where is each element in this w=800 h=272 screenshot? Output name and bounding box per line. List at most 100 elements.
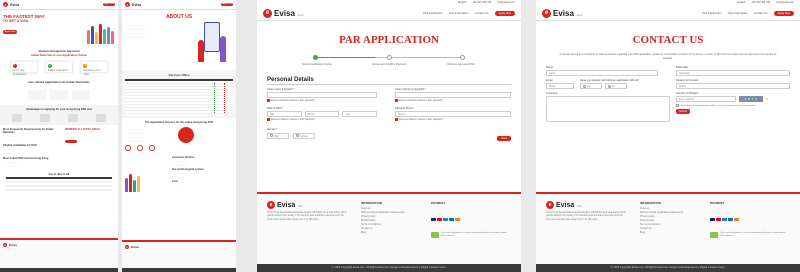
par-nav-links: Visa Application Visa Information Contac… bbox=[423, 10, 515, 16]
email-label: Email bbox=[546, 79, 553, 82]
captcha-image: 4 8 7 1 bbox=[739, 96, 763, 102]
footer-logo[interactable]: e Evisa .com bbox=[267, 201, 349, 209]
dob-label: Date of Birth * bbox=[267, 106, 284, 110]
topbar-email[interactable]: info@evisa.com bbox=[497, 1, 515, 5]
process-title: The Application Process for the online H… bbox=[144, 121, 213, 124]
same-passport-checkbox-4[interactable] bbox=[395, 117, 398, 121]
step-2-label: Review and Confirm Payment bbox=[371, 63, 407, 66]
nav-apply-button[interactable]: Apply Now bbox=[773, 10, 794, 16]
par-copyright: © 2019 Copyright Evisa.com. All Rights R… bbox=[257, 264, 521, 272]
par-navbar: e Evisa .com Visa Application Visa Infor… bbox=[257, 6, 521, 20]
nav-visa-information[interactable]: Visa Information bbox=[728, 11, 748, 15]
hero-apply-button[interactable]: Apply Now bbox=[3, 30, 17, 34]
home-advantages: Advantages in applying for your Hong Kon… bbox=[0, 105, 118, 125]
refresh-captcha-icon[interactable]: ↻ bbox=[766, 97, 769, 101]
dob-year-select[interactable]: Year bbox=[342, 110, 378, 117]
topbar-email[interactable]: info@evisa.com bbox=[776, 1, 794, 5]
discover-icon bbox=[734, 218, 739, 221]
about-illustration bbox=[196, 20, 230, 66]
process-badge bbox=[178, 127, 194, 143]
contact-copyright: © 2019 Copyright Evisa.com. All Rights R… bbox=[536, 264, 800, 272]
home-apply-button[interactable]: Apply Now bbox=[103, 3, 115, 6]
about-services: Customer Service . . . . . . . . . .. . … bbox=[122, 154, 236, 194]
applied-yes-radio[interactable] bbox=[583, 84, 586, 88]
consent-checkbox[interactable] bbox=[676, 104, 679, 107]
par-logo[interactable]: e Evisa .com bbox=[263, 8, 304, 18]
email-input[interactable]: Email bbox=[546, 83, 574, 89]
contact-nav-links: Visa Application Visa Information Contac… bbox=[702, 10, 794, 16]
footer-info-title: INFORMATION bbox=[361, 201, 382, 205]
footer-payment-title: PAYMENT bbox=[431, 201, 446, 205]
submit-button[interactable]: Submit bbox=[676, 109, 690, 115]
same-passport-checkbox[interactable] bbox=[267, 98, 270, 102]
same-passport-checkbox-2[interactable] bbox=[395, 98, 398, 102]
about-apply-button[interactable]: Apply Now bbox=[221, 3, 233, 6]
footer-logo[interactable]: e Evisa .com bbox=[546, 201, 628, 209]
home-header: e Evisa Apply Now bbox=[0, 0, 118, 9]
reason-label: Reason for Contact bbox=[676, 79, 699, 82]
footer-about: Hong Kong Special Administrative Region … bbox=[546, 211, 626, 221]
discover-icon bbox=[455, 218, 460, 221]
evisa-logo-icon: e bbox=[3, 2, 8, 7]
home-requirements: Most Frequently Requirements for Indian … bbox=[0, 125, 118, 171]
footer-info-title: INFORMATION bbox=[640, 201, 661, 205]
given-name-label: Given name & English * bbox=[267, 87, 295, 91]
contact-intro: If you are having any complaints or have… bbox=[559, 53, 777, 60]
given-name-input[interactable] bbox=[267, 91, 377, 98]
footer-payment-title: PAYMENT bbox=[710, 201, 725, 205]
gender-label: Gender * bbox=[267, 127, 278, 131]
home-page-preview: e Evisa Apply Now THE FASTEST WAY TO GET… bbox=[0, 0, 118, 272]
nav-contact-us[interactable]: Contact Us bbox=[754, 11, 768, 15]
step-3-label: Receive Approved PAR bbox=[447, 63, 475, 66]
contact-footer: e Evisa .com Hong Kong Special Administr… bbox=[536, 192, 800, 272]
nav-visa-information[interactable]: Visa Information bbox=[449, 11, 469, 15]
nav-apply-button[interactable]: Apply Now bbox=[494, 10, 515, 16]
visa-card-icon bbox=[431, 218, 436, 221]
gender-female-radio[interactable] bbox=[296, 134, 299, 138]
ssl-secure-icon bbox=[431, 232, 439, 238]
home-steps: 1 Fill in the application 2 Make payment… bbox=[0, 58, 118, 76]
about-logo[interactable]: e Evisa bbox=[125, 2, 141, 7]
footer-link-blog[interactable]: Blog bbox=[361, 231, 419, 235]
brand-suffix: .com bbox=[296, 12, 304, 17]
footer-link-blog[interactable]: Blog bbox=[640, 231, 698, 235]
contact-form: Name Name Nationality Nationality Email … bbox=[546, 66, 790, 144]
contact-logo[interactable]: e Evisa .com bbox=[542, 8, 582, 18]
applied-no-radio[interactable] bbox=[608, 84, 611, 88]
next-button[interactable]: Next bbox=[497, 135, 511, 141]
same-passport-checkbox-3[interactable] bbox=[267, 117, 270, 121]
secure-note: Your card information is secure and prot… bbox=[720, 232, 786, 237]
topbar-phone: +84 123 456 789 bbox=[751, 1, 771, 4]
about-copyright bbox=[122, 268, 236, 272]
captcha-input[interactable]: Enter captcha bbox=[676, 96, 736, 102]
secure-note: Your card information is secure and prot… bbox=[441, 232, 507, 237]
evisa-logo-icon: e bbox=[542, 8, 551, 18]
nav-contact-us[interactable]: Contact Us bbox=[475, 11, 489, 15]
reason-select[interactable]: Select bbox=[676, 83, 790, 89]
fees-title: Our Fees Office bbox=[168, 73, 190, 77]
paypal-icon bbox=[449, 218, 454, 221]
home-footer: e Evisa . . . . . . . . . . . bbox=[0, 238, 118, 272]
passport-label: Passport Photo * bbox=[395, 106, 415, 110]
home-apply-row bbox=[0, 88, 118, 102]
footer-about: Hong Kong Special Administrative Region … bbox=[267, 211, 347, 221]
par-title: PAR APPLICATION bbox=[338, 34, 440, 46]
dob-month-select[interactable]: Month bbox=[304, 110, 340, 117]
gender-male-radio[interactable] bbox=[270, 134, 273, 138]
language-selector[interactable]: English bbox=[737, 1, 745, 5]
language-selector[interactable]: English bbox=[458, 1, 466, 5]
nav-visa-application[interactable]: Visa Application bbox=[423, 11, 443, 15]
home-step-3: 3 Receive your visa bbox=[80, 61, 109, 76]
surname-input[interactable] bbox=[395, 91, 511, 98]
nav-visa-application[interactable]: Visa Application bbox=[702, 11, 722, 15]
step-1-dot bbox=[313, 55, 318, 60]
hero-illustration bbox=[87, 18, 114, 44]
visa-card-icon bbox=[710, 218, 715, 221]
dob-day-select[interactable]: Day bbox=[267, 110, 302, 117]
passport-select[interactable]: Select bbox=[395, 110, 511, 117]
comment-textarea[interactable] bbox=[546, 96, 670, 122]
name-input[interactable]: Name bbox=[546, 70, 658, 76]
nationality-select[interactable]: Nationality bbox=[676, 70, 790, 76]
section2-title: Get started application for Indian Natio… bbox=[28, 80, 90, 84]
home-logo[interactable]: e Evisa bbox=[3, 2, 19, 7]
